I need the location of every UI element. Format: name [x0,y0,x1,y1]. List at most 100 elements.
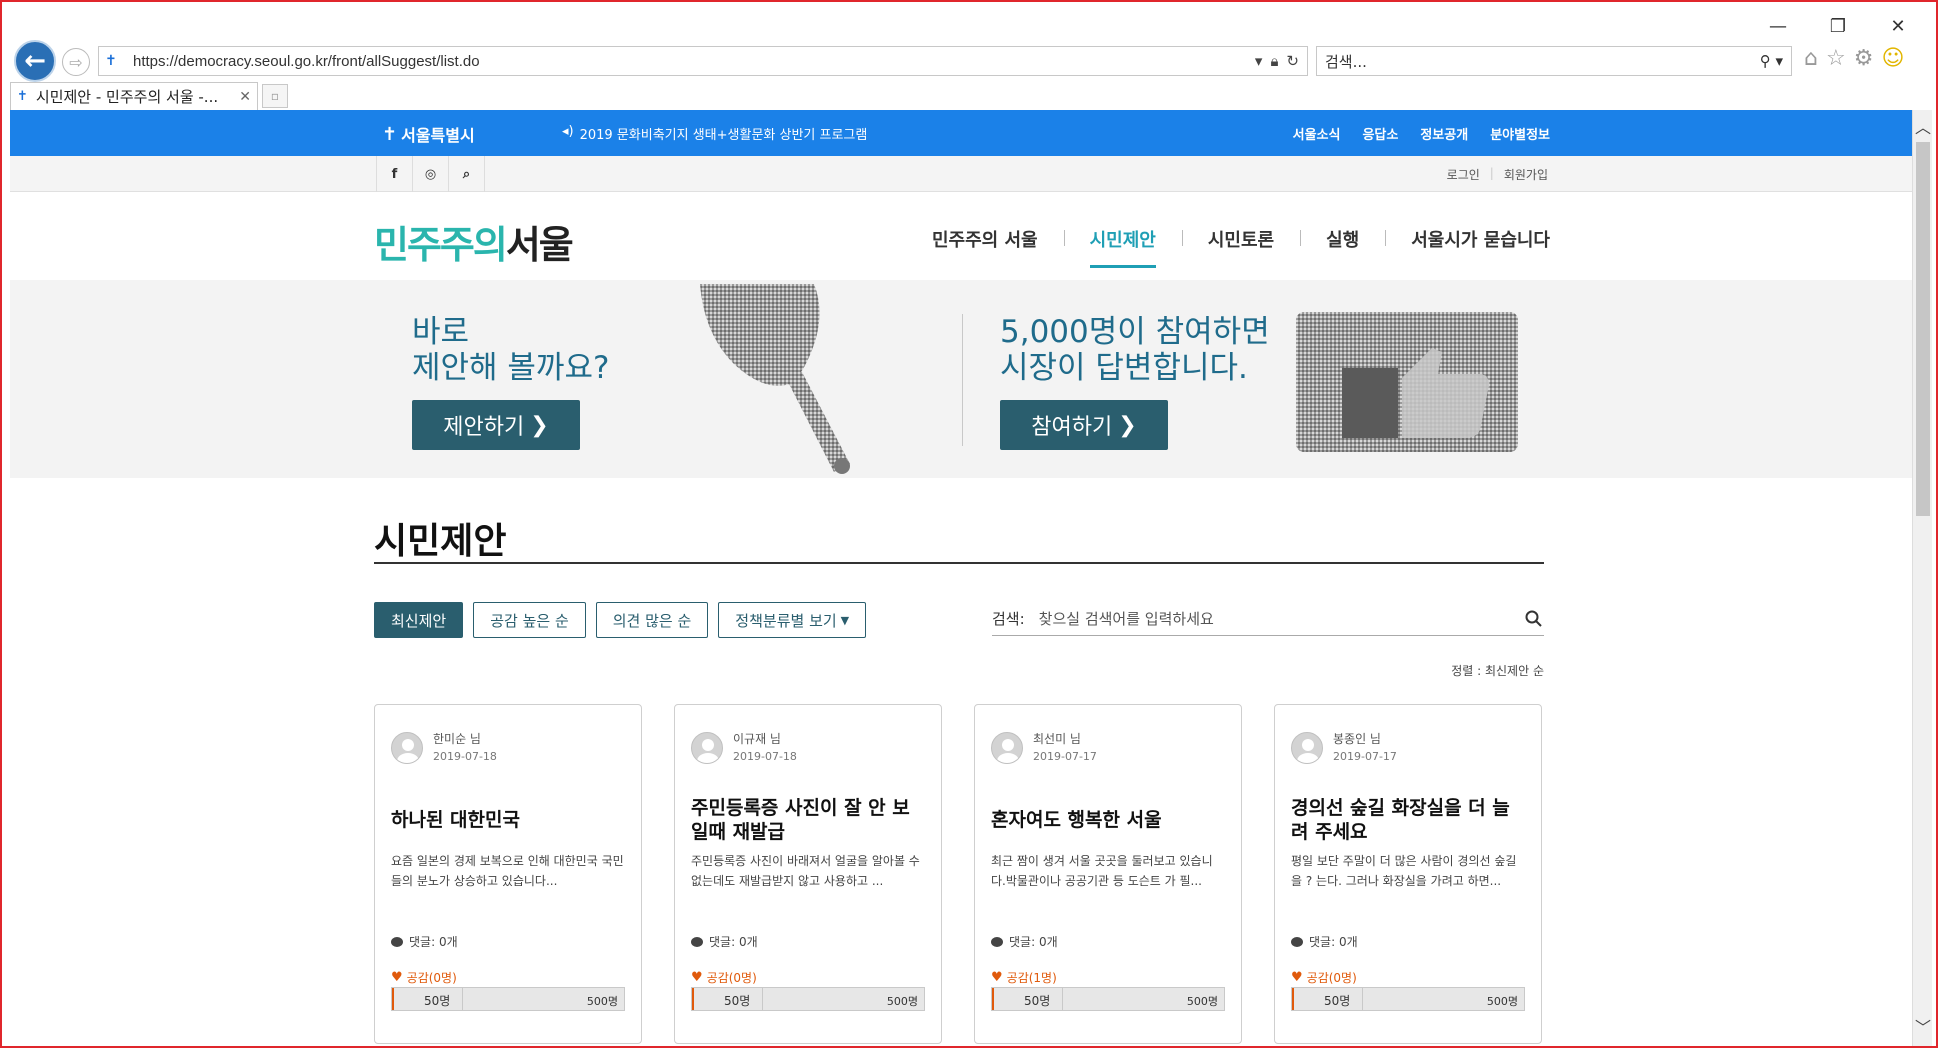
page-viewport: ✝ 서울특별시 ◂) 2019 문화비축기지 생태+생활문화 상반기 프로그램 … [10,110,1912,1046]
nav-citizen-proposal[interactable]: 시민제안 [1063,226,1182,268]
nav-execution[interactable]: 실행 [1300,226,1385,252]
card-author: 이규재 님 2019-07-18 [691,731,925,765]
new-tab-icon: ▫ [270,89,280,103]
proposal-cards: 한미순 님 2019-07-18 하나된 대한민국 요즘 일본의 경제 보복으로 인해… [374,704,1542,1044]
scroll-thumb[interactable] [1916,142,1930,516]
tab-title: 시민제안 - 민주주의 서울 -... [35,88,219,106]
search-icon[interactable]: ⌕ [449,156,485,192]
progress-fill [992,988,994,1010]
site-logo[interactable]: 민주주의서울 [374,214,574,269]
browser-search-input[interactable]: 검색... ⚲ ▾ [1316,46,1792,76]
comment-icon [991,936,1003,947]
progress-min-label: 50명 [1024,994,1051,1008]
facebook-icon[interactable]: f [377,156,413,192]
proposal-card[interactable]: 최선미 님 2019-07-17 혼자여도 행복한 서울 최근 짬이 생겨 서울 곳곳… [974,704,1242,1044]
browser-search-placeholder: 검색... [1325,52,1367,71]
propose-button[interactable]: 제안하기 ❯ [412,400,580,450]
site-header: 민주주의서울 민주주의 서울 시민제안 시민토론 실행 서울시가 묻습니다 [10,192,1912,286]
progress-max-label: 500명 [1186,995,1218,1008]
banner-left-text: 바로 제안해 볼까요? [412,314,610,386]
proposal-search-input[interactable] [1038,609,1524,628]
top-link-info[interactable]: 정보공개 [1420,124,1468,143]
url-text[interactable]: https://democracy.seoul.go.kr/front/allS… [133,53,1255,70]
lock-icon[interactable]: 🔒︎ [1270,52,1278,70]
browser-toolbar: ⌂ ☆ ⚙ ☺ [1804,46,1904,71]
proposal-search: 검색: [992,602,1544,636]
avatar [991,732,1023,764]
card-summary: 주민등록증 사진이 바래져서 얼굴을 알아볼 수 없는데도 재발급받지 않고 사… [691,854,920,888]
like-count[interactable]: ♥ 공감(1명) [991,969,1057,986]
home-icon[interactable]: ⌂ [1804,46,1818,71]
nav-democracy-seoul[interactable]: 민주주의 서울 [906,226,1064,252]
scroll-down-icon[interactable]: ﹀ [1915,1014,1931,1038]
filter-most-comments-button[interactable]: 의견 많은 순 [595,602,709,638]
new-tab-button[interactable]: ▫ [262,84,288,108]
page-title: 시민제안 [374,521,507,562]
notice-text[interactable]: 2019 문화비축기지 생태+생활문화 상반기 프로그램 [580,124,868,143]
comment-icon [1291,936,1303,947]
card-title[interactable]: 경의선 숲길 화장실을 더 늘려 주세요 [1291,795,1527,845]
forward-button[interactable]: ⇨ [62,48,90,76]
filter-most-liked-button[interactable]: 공감 높은 순 [473,602,586,638]
progress-max-label: 500명 [586,995,618,1008]
like-count[interactable]: ♥ 공감(0명) [691,969,757,986]
vertical-scrollbar[interactable]: ︿ ﹀ [1912,110,1932,1046]
search-icon[interactable] [1524,609,1544,629]
comment-count: 댓글: 0개 [691,933,758,950]
browser-tab[interactable]: ✝ 시민제안 - 민주주의 서울 -... ✕ [10,82,258,110]
filter-latest-button[interactable]: 최신제안 [374,602,464,638]
progress-marker [762,988,763,1010]
gear-icon[interactable]: ⚙ [1854,46,1874,71]
close-window-button[interactable]: ✕ [1888,16,1908,37]
proposal-card[interactable]: 이규재 님 2019-07-18 주민등록증 사진이 잘 안 보일때 재발급주민등록… [674,704,942,1044]
author-name: 봉종인 님 [1333,732,1381,746]
login-link[interactable]: 로그인 [1447,166,1480,183]
signup-link[interactable]: 회원가입 [1504,166,1548,183]
dropdown-icon[interactable]: ▾ [1255,52,1263,70]
filter-policy-category-dropdown[interactable]: 정책분류별 보기 ▼ [718,602,867,638]
participate-button[interactable]: 참여하기 ❯ [1000,400,1168,450]
like-count[interactable]: ♥ 공감(0명) [391,969,457,986]
support-progress-bar: 50명 500명 [691,987,925,1011]
nav-seoul-asks[interactable]: 서울시가 묻습니다 [1385,226,1550,252]
sort-label: 정렬 : 최신제안 순 [1451,664,1544,678]
scroll-up-icon[interactable]: ︿ [1915,114,1931,138]
progress-marker [1062,988,1063,1010]
top-link-fields[interactable]: 분야별정보 [1490,124,1550,143]
top-link-response[interactable]: 응답소 [1362,124,1398,143]
seoul-city-logo[interactable]: ✝ 서울특별시 [382,122,475,146]
comment-icon [691,936,703,947]
card-title[interactable]: 혼자여도 행복한 서울 [991,795,1227,845]
instagram-icon[interactable]: ◎ [413,156,449,192]
restore-button[interactable]: ❐ [1828,16,1848,37]
post-date: 2019-07-18 [733,750,797,763]
seoul-logo-icon: ✝ [382,123,398,145]
proposal-card[interactable]: 봉종인 님 2019-07-17 경의선 숲길 화장실을 더 늘려 주세요 평일 보단… [1274,704,1542,1044]
address-bar[interactable]: ✝ https://democracy.seoul.go.kr/front/al… [98,46,1308,76]
nav-citizen-debate[interactable]: 시민토론 [1181,226,1300,252]
pen-illustration [700,284,850,474]
card-author: 최선미 님 2019-07-17 [991,731,1225,765]
post-date: 2019-07-17 [1333,750,1397,763]
search-icon[interactable]: ⚲ ▾ [1760,52,1783,70]
avatar [691,732,723,764]
comment-count: 댓글: 0개 [391,933,458,950]
city-logo-text: 서울특별시 [401,126,475,145]
refresh-icon[interactable]: ↻ [1286,52,1299,70]
proposal-card[interactable]: 한미순 님 2019-07-18 하나된 대한민국 요즘 일본의 경제 보복으로 인해… [374,704,642,1044]
minimize-button[interactable]: — [1768,16,1788,37]
top-link-news[interactable]: 서울소식 [1293,124,1341,143]
progress-fill [692,988,694,1010]
star-icon[interactable]: ☆ [1826,46,1846,71]
filter-buttons: 최신제안 공감 높은 순 의견 많은 순 정책분류별 보기 ▼ [374,602,867,638]
card-title[interactable]: 주민등록증 사진이 잘 안 보일때 재발급 [691,795,927,845]
author-name: 최선미 님 [1033,732,1081,746]
back-button[interactable]: ← [14,40,56,82]
tab-close-icon[interactable]: ✕ [239,89,251,105]
like-count[interactable]: ♥ 공감(0명) [1291,969,1357,986]
heart-icon: ♥ [991,970,1003,985]
arrow-right-icon: ⇨ [69,52,83,72]
card-title[interactable]: 하나된 대한민국 [391,795,627,845]
notice-ticker[interactable]: ◂) 2019 문화비축기지 생태+생활문화 상반기 프로그램 [562,124,867,143]
smiley-icon[interactable]: ☺ [1881,46,1904,71]
